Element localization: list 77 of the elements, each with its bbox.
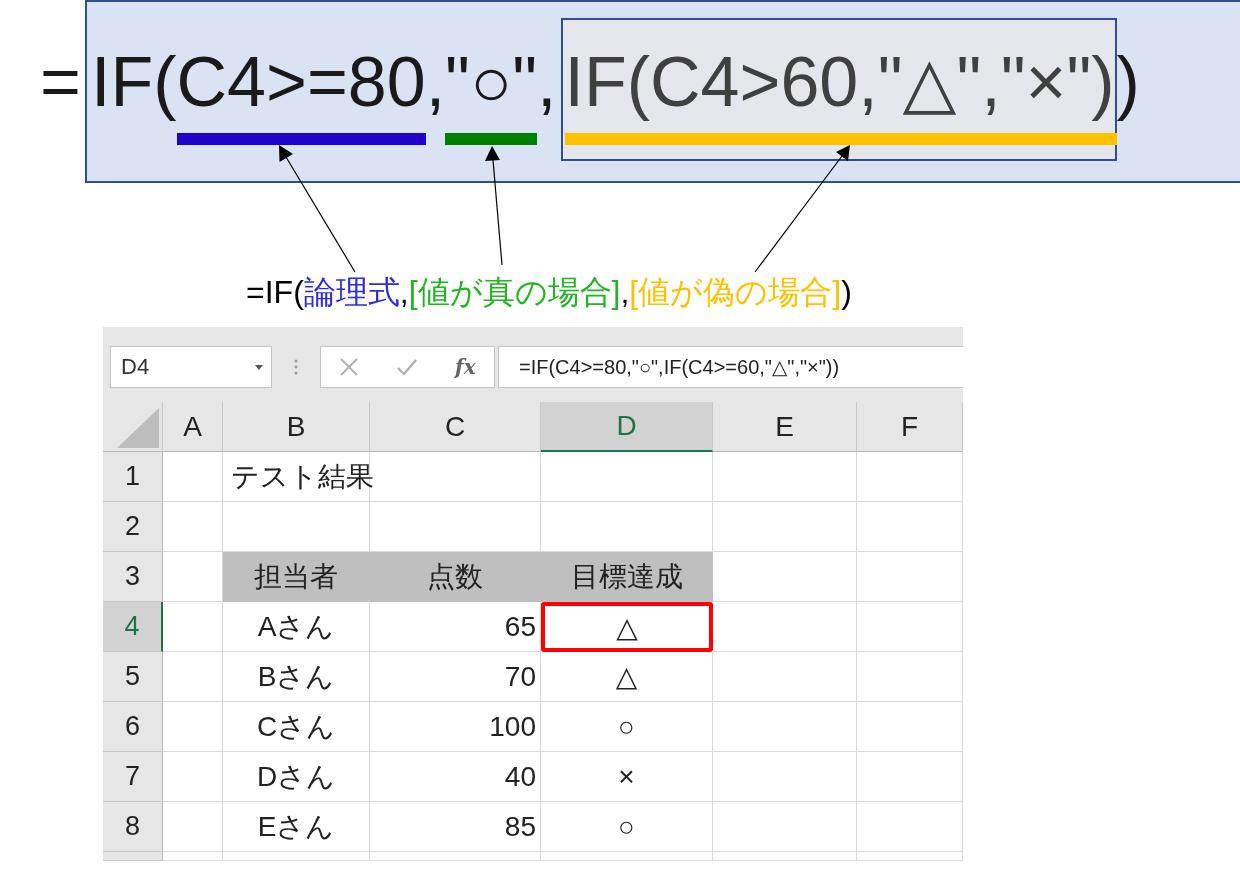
- formula-field[interactable]: =IF(C4>=80,"○",IF(C4>=60,"△","×")): [498, 346, 963, 388]
- name-box[interactable]: D4: [110, 346, 272, 388]
- empty-cell[interactable]: [857, 802, 963, 852]
- syntax-text: ,: [399, 275, 409, 309]
- empty-cell[interactable]: [857, 852, 963, 861]
- empty-cell[interactable]: [713, 852, 857, 861]
- row-header[interactable]: 2: [103, 502, 163, 552]
- syntax-text: [値が偽の場合]: [629, 275, 842, 309]
- empty-cell[interactable]: [713, 652, 857, 702]
- condition-text: C4>=80: [176, 42, 426, 123]
- table-cell[interactable]: ○: [541, 702, 713, 752]
- table-cell[interactable]: △: [541, 602, 713, 652]
- empty-cell[interactable]: [713, 752, 857, 802]
- empty-cell[interactable]: [857, 452, 963, 502]
- column-header[interactable]: C: [370, 402, 541, 452]
- table-cell: Dさん: [223, 752, 370, 802]
- check-icon[interactable]: [396, 357, 419, 377]
- table-cell: Aさん: [223, 602, 370, 652]
- table-cell: Eさん: [223, 802, 370, 852]
- false-value-text: IF(C4>60,"△","×"): [564, 42, 1115, 123]
- row-header[interactable]: 8: [103, 802, 163, 852]
- row-header[interactable]: 3: [103, 552, 163, 602]
- table-cell: Cさん: [223, 702, 370, 752]
- row-header[interactable]: 4: [103, 602, 163, 652]
- empty-cell[interactable]: [857, 752, 963, 802]
- table-header-cell: 担当者: [223, 552, 370, 602]
- column-header[interactable]: A: [163, 402, 223, 452]
- empty-cell[interactable]: [857, 602, 963, 652]
- column-header[interactable]: E: [713, 402, 857, 452]
- table-cell: 70: [370, 652, 541, 702]
- column-header[interactable]: B: [223, 402, 370, 452]
- table-cell: 40: [370, 752, 541, 802]
- empty-cell[interactable]: [713, 702, 857, 752]
- table-cell: 65: [370, 602, 541, 652]
- formula-text: ,: [425, 42, 446, 123]
- formula-text: ): [1116, 42, 1140, 123]
- true-value-text: "○": [445, 42, 538, 123]
- insert-function-button[interactable]: fx: [455, 355, 476, 379]
- formula-text: IF(: [91, 42, 177, 123]
- row-header[interactable]: 5: [103, 652, 163, 702]
- empty-cell[interactable]: [857, 702, 963, 752]
- drag-handle-icon[interactable]: [294, 359, 298, 375]
- empty-cell[interactable]: [541, 452, 713, 502]
- syntax-text: =IF(: [246, 275, 304, 309]
- table-cell: Bさん: [223, 652, 370, 702]
- table-cell: 100: [370, 702, 541, 752]
- empty-cell[interactable]: [857, 652, 963, 702]
- formula-text: ,: [537, 42, 557, 123]
- column-header[interactable]: D: [541, 402, 713, 452]
- table-cell[interactable]: ○: [541, 802, 713, 852]
- empty-cell[interactable]: [370, 852, 541, 861]
- select-all-icon[interactable]: [115, 408, 159, 448]
- syntax-text: ): [841, 275, 852, 309]
- column-header[interactable]: F: [857, 402, 963, 452]
- row-header[interactable]: 6: [103, 702, 163, 752]
- table-header-cell: 点数: [370, 552, 541, 602]
- empty-cell[interactable]: [713, 452, 857, 502]
- empty-cell[interactable]: [541, 852, 713, 861]
- syntax-text: ,: [620, 275, 630, 309]
- empty-cell[interactable]: [857, 552, 963, 602]
- cancel-icon[interactable]: [339, 357, 360, 377]
- row-header[interactable]: 7: [103, 752, 163, 802]
- syntax-text: 論理式: [303, 275, 400, 309]
- table-cell[interactable]: △: [541, 652, 713, 702]
- empty-cell[interactable]: [857, 502, 963, 552]
- table-cell[interactable]: ×: [541, 752, 713, 802]
- table-header-cell: 目標達成: [541, 552, 713, 602]
- empty-cell[interactable]: [713, 502, 857, 552]
- empty-cell[interactable]: [713, 602, 857, 652]
- table-cell: 85: [370, 802, 541, 852]
- row-header[interactable]: 1: [103, 452, 163, 502]
- row-header[interactable]: [103, 852, 163, 861]
- empty-cell[interactable]: [713, 802, 857, 852]
- equals-sign: =: [40, 42, 82, 123]
- empty-cell[interactable]: [223, 852, 370, 861]
- caret-icon: [255, 364, 263, 370]
- syntax-text: [値が真の場合]: [408, 275, 621, 309]
